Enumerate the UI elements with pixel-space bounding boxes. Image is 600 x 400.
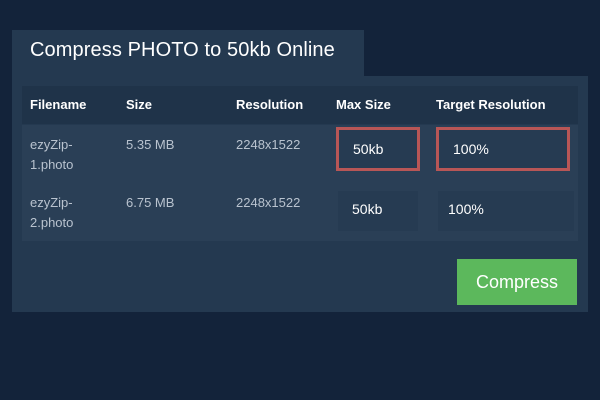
column-header-max-size: Max Size [336,97,391,112]
table-header-row: Filename Size Resolution Max Size Target… [22,86,578,124]
column-header-size: Size [126,97,153,112]
target-resolution-input[interactable]: 100% [436,127,570,171]
table-row: ezyZip-2.photo 6.75 MB 2248x1522 50kb 10… [22,183,578,241]
target-resolution-input[interactable]: 100% [438,191,574,231]
max-size-input[interactable]: 50kb [336,127,420,171]
filename-cell: ezyZip-2.photo [30,195,74,230]
max-size-input[interactable]: 50kb [338,191,418,231]
app-screen: Compress PHOTO to 50kb Online Filename S… [0,0,600,400]
size-cell: 6.75 MB [126,195,175,210]
compress-button[interactable]: Compress [457,259,577,305]
file-panel: Filename Size Resolution Max Size Target… [12,76,588,312]
page-title: Compress PHOTO to 50kb Online [30,39,335,61]
filename-cell: ezyZip-1.photo [30,137,74,172]
size-cell: 5.35 MB [126,137,175,152]
file-table: Filename Size Resolution Max Size Target… [22,86,578,241]
column-header-resolution: Resolution [236,97,304,112]
resolution-cell: 2248x1522 [236,195,301,210]
table-row: ezyZip-1.photo 5.35 MB 2248x1522 50kb 10… [22,125,578,183]
resolution-cell: 2248x1522 [236,137,301,152]
title-tab: Compress PHOTO to 50kb Online [12,30,364,78]
column-header-filename: Filename [30,97,87,112]
column-header-target-resolution: Target Resolution [436,97,546,112]
